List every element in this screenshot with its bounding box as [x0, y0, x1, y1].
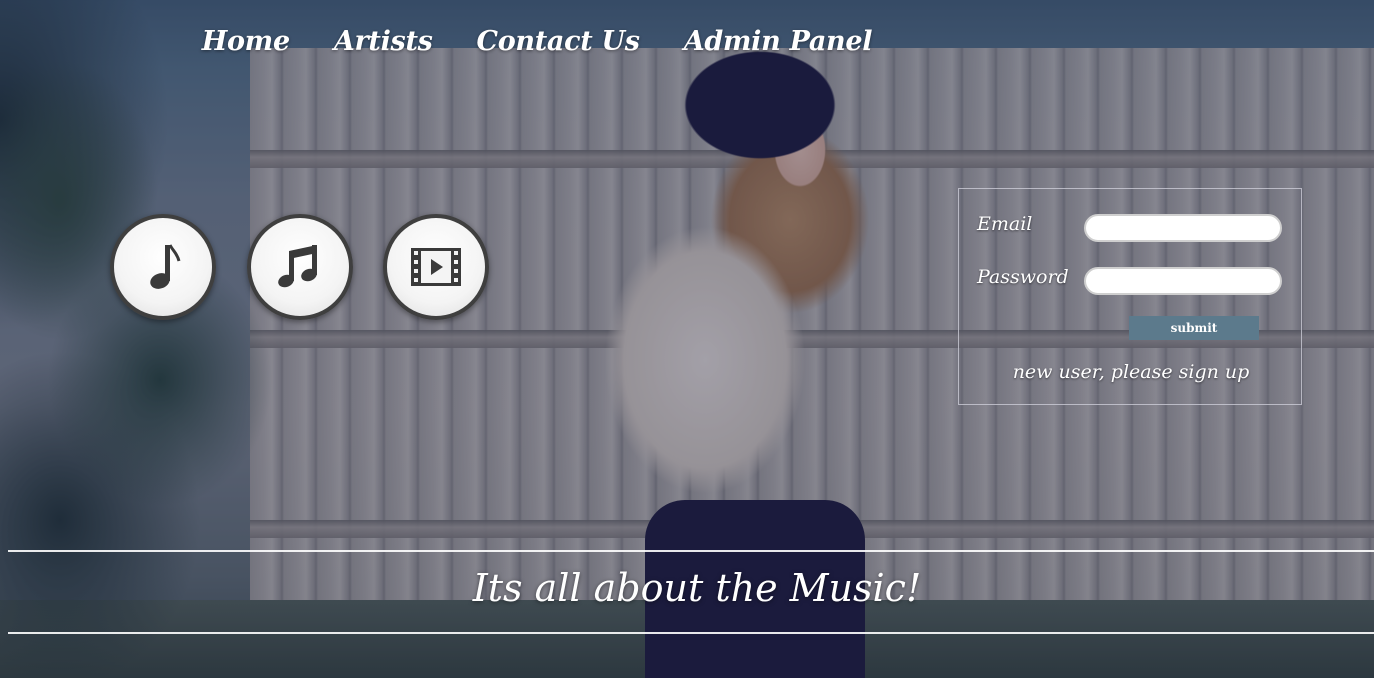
login-form: Email Password submit new user, please s…	[958, 188, 1302, 405]
music-note-button[interactable]	[110, 214, 216, 320]
music-notes-icon	[278, 245, 317, 288]
nav-list: Home Artists Contact Us Admin Panel	[202, 26, 873, 57]
email-input[interactable]	[1084, 214, 1282, 242]
email-label: Email	[977, 213, 1033, 235]
submit-button[interactable]: submit	[1129, 316, 1259, 340]
page: Home Artists Contact Us Admin Panel Emai…	[0, 0, 1374, 678]
divider-bottom	[8, 632, 1374, 634]
video-button[interactable]	[383, 214, 489, 320]
nav-home-link[interactable]: Home	[202, 26, 290, 57]
divider-top	[8, 550, 1374, 552]
nav-artists-link[interactable]: Artists	[334, 26, 433, 57]
video-film-icon	[411, 248, 461, 286]
tagline: Its all about the Music!	[472, 566, 922, 610]
top-nav: Home Artists Contact Us Admin Panel	[0, 10, 1374, 57]
password-input[interactable]	[1084, 267, 1282, 295]
signup-link[interactable]: new user, please sign up	[959, 361, 1303, 383]
nav-admin-panel-link[interactable]: Admin Panel	[684, 26, 873, 57]
password-label: Password	[977, 266, 1069, 288]
music-note-icon	[150, 244, 181, 289]
music-notes-button[interactable]	[247, 214, 353, 320]
nav-contact-us-link[interactable]: Contact Us	[477, 26, 640, 57]
